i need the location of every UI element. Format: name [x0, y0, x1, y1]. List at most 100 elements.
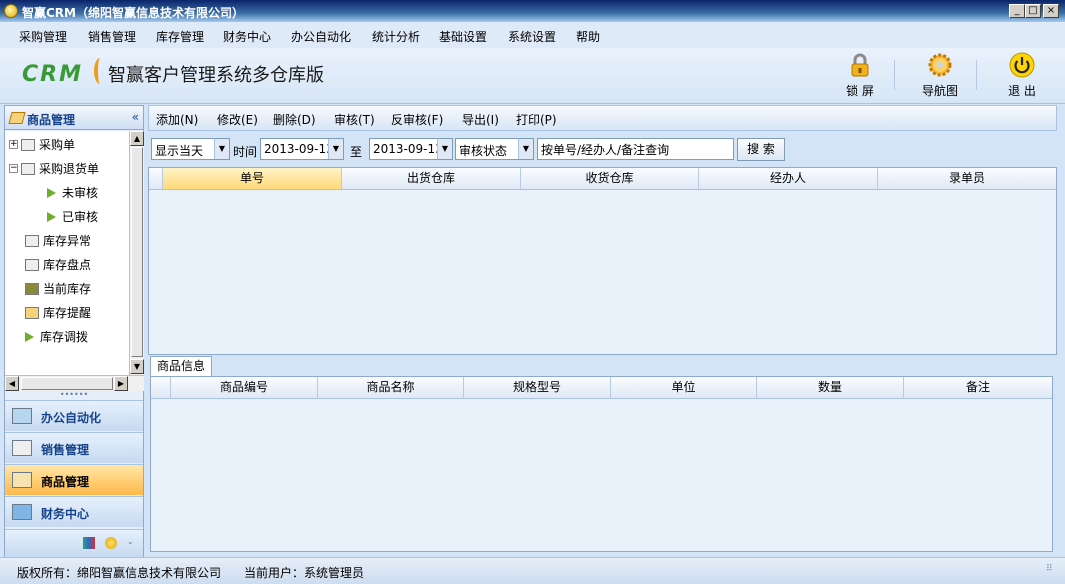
col-spec[interactable]: 规格型号	[464, 377, 611, 398]
arrow-right-icon	[25, 331, 34, 342]
nav-office[interactable]: 办公自动化	[5, 400, 143, 431]
tree-item-audited[interactable]: 已审核	[47, 208, 98, 228]
status-bar: 版权所有：绵阳智赢信息技术有限公司 当前用户：系统管理员 ⠿	[0, 557, 1065, 584]
audit-button[interactable]: 审核(T)	[334, 111, 375, 128]
dropdown-arrow-icon[interactable]: ▼	[214, 139, 229, 159]
left-panel-header: 商品管理 «	[5, 106, 143, 130]
nav-sales[interactable]: 销售管理	[5, 432, 143, 463]
dropdown-arrow-icon[interactable]: ▼	[518, 139, 533, 159]
tree-item-purchase-order[interactable]: + 采购单	[9, 136, 75, 156]
col-order-no[interactable]: 单号	[163, 168, 342, 189]
print-button[interactable]: 打印(P)	[516, 111, 557, 128]
search-button[interactable]: 搜 索	[737, 138, 785, 161]
col-unit[interactable]: 单位	[611, 377, 757, 398]
tree-item-unaudited[interactable]: 未审核	[47, 184, 98, 204]
date-from-picker[interactable]: 2013-09-13 ▼	[260, 138, 344, 160]
row-selector-header	[151, 377, 171, 398]
date-to-picker[interactable]: 2013-09-13 ▼	[369, 138, 453, 160]
filter-bar: 显示当天 ▼ 时间 2013-09-13 ▼ 至 2013-09-13 ▼ 审核…	[148, 137, 1057, 163]
collapse-icon[interactable]: −	[9, 164, 18, 173]
tree-horizontal-scrollbar[interactable]: ◀ ▶	[5, 375, 144, 391]
logo-swoosh-icon	[94, 58, 106, 84]
row-selector-header	[149, 168, 163, 189]
action-toolbar: 添加(N) 修改(E) 删除(D) 审核(T) 反审核(F) 导出(I) 打印(…	[148, 105, 1057, 131]
exit-button[interactable]: 退 出	[992, 52, 1052, 102]
edit-button[interactable]: 修改(E)	[217, 111, 258, 128]
col-goods-code[interactable]: 商品编号	[171, 377, 318, 398]
nav-goods[interactable]: 商品管理	[5, 464, 143, 495]
delete-button[interactable]: 删除(D)	[273, 111, 316, 128]
tree-vertical-scrollbar[interactable]: ▲ ▼	[129, 131, 144, 375]
nav-map-button[interactable]: 导航图	[910, 52, 970, 102]
finance-icon	[12, 504, 32, 520]
close-button[interactable]: ×	[1043, 4, 1059, 18]
col-goods-name[interactable]: 商品名称	[318, 377, 464, 398]
menu-help[interactable]: 帮助	[576, 28, 600, 45]
calendar-icon	[25, 258, 39, 271]
menu-sales[interactable]: 销售管理	[88, 28, 136, 45]
maximize-button[interactable]: □	[1025, 4, 1041, 18]
tree-item-stock-alert[interactable]: 库存提醒	[25, 304, 91, 324]
menu-base-settings[interactable]: 基础设置	[439, 28, 487, 45]
audit-status-select[interactable]: 审核状态 ▼	[455, 138, 534, 160]
goods-detail-grid: 商品编号 商品名称 规格型号 单位 数量 备注	[150, 376, 1053, 552]
scroll-right-icon[interactable]: ▶	[114, 376, 128, 391]
menu-purchase[interactable]: 采购管理	[19, 28, 67, 45]
left-panel-title: 商品管理	[27, 113, 76, 127]
col-clerk[interactable]: 录单员	[878, 168, 1056, 189]
col-handler[interactable]: 经办人	[699, 168, 878, 189]
divider	[976, 60, 977, 90]
tree-item-stock-exception[interactable]: 库存异常	[25, 232, 91, 252]
expand-icon[interactable]: +	[9, 140, 18, 149]
search-input[interactable]	[537, 138, 734, 160]
chevron-down-icon[interactable]: ⌄	[127, 537, 139, 549]
lock-screen-button[interactable]: 锁 屏	[830, 52, 890, 102]
tree-item-stocktake[interactable]: 库存盘点	[25, 256, 91, 276]
dropdown-arrow-icon[interactable]: ▼	[328, 139, 343, 159]
date-range-select[interactable]: 显示当天 ▼	[151, 138, 230, 160]
arrow-right-icon	[47, 211, 56, 222]
lock-screen-label: 锁 屏	[846, 84, 874, 98]
scroll-thumb[interactable]	[131, 147, 143, 357]
title-bar: 智赢CRM（绵阳智赢信息技术有限公司） _ □ ×	[0, 0, 1065, 22]
tree-item-purchase-return[interactable]: − 采购退货单	[9, 160, 99, 180]
nav-finance[interactable]: 财务中心	[5, 496, 143, 527]
scroll-left-icon[interactable]: ◀	[5, 376, 19, 391]
collapse-button[interactable]: «	[132, 110, 139, 124]
scroll-up-icon[interactable]: ▲	[130, 131, 144, 146]
col-quantity[interactable]: 数量	[757, 377, 904, 398]
goods-grid-header: 商品编号 商品名称 规格型号 单位 数量 备注	[151, 377, 1052, 399]
check-icon	[12, 440, 32, 456]
orders-grid: 单号 出货仓库 收货仓库 经办人 录单员	[148, 167, 1057, 355]
splitter-grip[interactable]: ••••••	[5, 391, 143, 400]
dropdown-arrow-icon[interactable]: ▼	[437, 139, 452, 159]
scroll-down-icon[interactable]: ▼	[130, 359, 144, 374]
goods-icon	[12, 472, 32, 488]
menu-finance[interactable]: 财务中心	[223, 28, 271, 45]
resize-grip-icon[interactable]: ⠿	[1046, 564, 1053, 574]
menu-inventory[interactable]: 库存管理	[156, 28, 204, 45]
book-icon	[25, 234, 39, 247]
col-in-warehouse[interactable]: 收货仓库	[521, 168, 699, 189]
col-remark[interactable]: 备注	[904, 377, 1052, 398]
tree-item-stock-transfer[interactable]: 库存调拨	[25, 328, 88, 348]
arrow-right-icon	[47, 187, 56, 198]
menu-bar: 采购管理 销售管理 库存管理 财务中心 办公自动化 统计分析 基础设置 系统设置…	[0, 22, 1065, 48]
menu-system-settings[interactable]: 系统设置	[508, 28, 556, 45]
unaudit-button[interactable]: 反审核(F)	[391, 111, 443, 128]
alert-icon	[25, 306, 39, 319]
sun-icon[interactable]	[105, 537, 117, 549]
menu-office[interactable]: 办公自动化	[291, 28, 351, 45]
menu-statistics[interactable]: 统计分析	[372, 28, 420, 45]
add-button[interactable]: 添加(N)	[156, 111, 198, 128]
minimize-button[interactable]: _	[1009, 4, 1025, 18]
export-button[interactable]: 导出(I)	[462, 111, 499, 128]
header-banner: CRM 智赢客户管理系统多仓库版 锁 屏 导航图 退 出	[0, 48, 1065, 104]
col-out-warehouse[interactable]: 出货仓库	[342, 168, 521, 189]
tree-item-current-stock[interactable]: 当前库存	[25, 280, 91, 300]
power-icon	[1009, 52, 1035, 78]
scroll-thumb[interactable]	[21, 377, 113, 390]
tab-goods-info[interactable]: 商品信息	[150, 356, 212, 377]
to-label: 至	[350, 145, 363, 159]
chart-icon[interactable]	[83, 537, 95, 549]
